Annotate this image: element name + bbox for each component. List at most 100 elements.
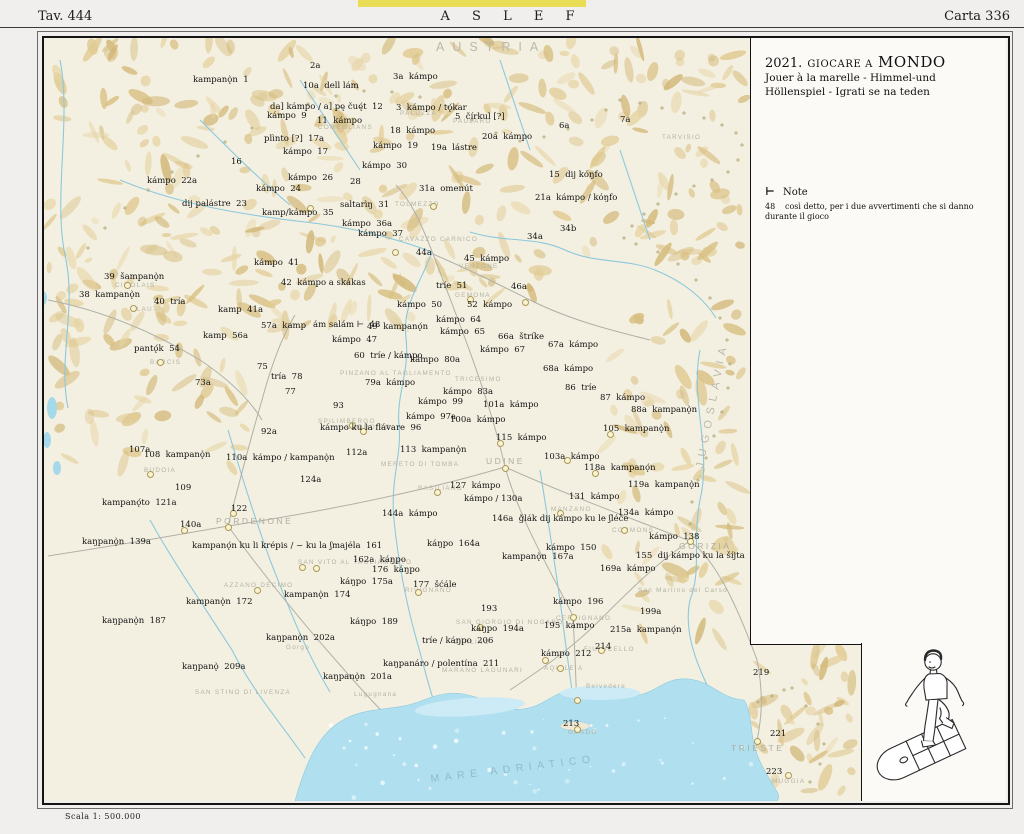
locality-dot — [621, 527, 628, 534]
map-label: 28 — [350, 177, 361, 187]
map-label: 2a — [310, 61, 321, 71]
map-label: kámpo 41 — [254, 258, 300, 268]
map-label: kampanǫ̀n 174 — [284, 590, 351, 600]
map-label: 44a — [416, 248, 432, 258]
map-label: kaŋpanǫ̀n 187 — [102, 616, 166, 626]
header-rule — [0, 27, 1024, 28]
map-label: kámpo 80a — [410, 355, 461, 365]
locality-dot — [502, 465, 509, 472]
place-name: Belvedere — [586, 683, 627, 690]
locality-dot — [254, 587, 261, 594]
map-label: 75 — [257, 362, 268, 372]
legend-map-number: 2021. — [765, 56, 803, 71]
map-label: 57a kamp — [261, 321, 307, 331]
map-label: 52 kámpo — [467, 300, 513, 310]
map-label: 31a omenút — [419, 184, 473, 194]
place-name: SAN STINO DI LIVENZA — [195, 689, 291, 696]
locality-dot — [415, 589, 422, 596]
note-entry: 48 così detto, per i due avvertimenti che… — [765, 202, 993, 223]
map-label: kaŋpanáro / polentína 211 — [383, 659, 500, 669]
legend-subtitle: Jouer à la marelle - Himmel-und Höllensp… — [765, 72, 936, 98]
place-name: CORMONS — [612, 527, 654, 534]
map-label: tría 78 — [271, 372, 303, 382]
legend-title: 2021. GIOCARE A MONDO — [765, 52, 946, 71]
locality-dot — [754, 738, 761, 745]
locality-dot — [313, 565, 320, 572]
map-label: 42 kámpo a skákas — [281, 278, 366, 288]
place-name: Gorgo — [286, 644, 311, 651]
locality-dot — [557, 665, 564, 672]
map-label: 221 — [770, 729, 787, 739]
carta-number: Carta 336 — [944, 9, 1010, 24]
map-label: 20a kámpo — [482, 132, 533, 142]
map-label: 73a — [195, 378, 211, 388]
map-label: 199a — [640, 607, 662, 617]
map-label: kampanǫ̀n 172 — [186, 597, 253, 607]
locality-dot — [570, 614, 577, 621]
map-label: 7a — [620, 115, 631, 125]
map-label: 103a kámpo — [544, 452, 600, 462]
map-label: kaŋpanǫ̀n 201a — [323, 672, 392, 682]
map-label: kámpo 24 — [256, 184, 302, 194]
map-label: 87 kámpo — [600, 393, 646, 403]
map-label: káŋpo 164a — [427, 539, 480, 549]
map-label: 115 kámpo — [496, 433, 547, 443]
map-label: 49 kampanǫ́n — [367, 322, 429, 332]
map-label: 140a — [180, 520, 202, 530]
map-label: 146a ǧlák dij kámpo ku le ʃléče — [492, 514, 629, 524]
place-name: TARVISIO — [662, 134, 702, 141]
map-label: dij palástre 23 — [182, 199, 247, 209]
scan-edge-strip — [358, 0, 586, 7]
map-label: 219 — [753, 668, 770, 678]
map-label: káŋpo 189 — [350, 617, 398, 627]
scale-note: Scala 1: 500.000 — [65, 812, 142, 821]
locality-dot — [430, 203, 437, 210]
map-label: kámpo / 130a — [464, 494, 523, 504]
legend-title-small: GIOCARE A — [807, 59, 873, 70]
map-label: kámpo 67 — [480, 345, 526, 355]
map-label: 46a — [511, 282, 527, 292]
map-label: 3a kámpo — [393, 72, 438, 82]
map-label: 38 kampanǫ̀n — [79, 290, 141, 300]
map-label: 101a kámpo — [483, 400, 539, 410]
map-label: kámpo ku la flávare 96 — [320, 423, 422, 433]
locality-dot — [124, 282, 131, 289]
map-label: kámpo 37 — [358, 229, 404, 239]
map-label: kámpo 212 — [541, 649, 592, 659]
hopscotch-court — [876, 718, 967, 781]
note-label: Note — [783, 187, 808, 198]
map-label: kampanǫ́n ku li krépis / ~ ku la ʃmajéla… — [192, 541, 383, 551]
map-label: kámpo 19 — [373, 141, 419, 151]
note-entry-number: 48 — [765, 202, 776, 211]
map-label: 93 — [333, 401, 344, 411]
map-label: 86 tríe — [565, 383, 597, 393]
map-label: kámpo 36a — [342, 219, 393, 229]
map-label: 45 kámpo — [464, 254, 510, 264]
map-label: 79a kámpo — [365, 378, 416, 388]
map-label: 162a káŋpo — [353, 555, 406, 565]
map-label: 131 kámpo — [569, 492, 620, 502]
legend-panel: 2021. GIOCARE A MONDO Jouer à la marelle… — [750, 38, 1006, 645]
map-label: káŋpo 175a — [340, 577, 393, 587]
map-label: kámpo 138 — [649, 532, 700, 542]
atlas-page: Tav. 444 A S L E F Carta 336 AUSTRIA JUG… — [0, 0, 1024, 834]
note-header: ⊢ Note — [765, 185, 808, 198]
place-name: CIMOLAIS — [115, 282, 156, 289]
map-label: 100a kámpo — [450, 415, 506, 425]
place-name: Lugugnana — [354, 691, 398, 698]
locality-dot — [785, 772, 792, 779]
map-label: 110a kámpo / kampanǫ̀n — [226, 453, 335, 463]
place-name: PINZANO AL TAGLIAMENTO — [340, 370, 452, 377]
locality-dot — [392, 249, 399, 256]
locality-dot — [574, 697, 581, 704]
map-label: 176 káŋpo — [372, 565, 420, 575]
locality-dot — [522, 299, 529, 306]
map-label: saltarìŋ 31 — [340, 200, 390, 210]
map-label: kampanǫ̀n 1 — [193, 75, 249, 85]
place-name: TRICESIMO — [455, 376, 502, 383]
map-label: 88a kampanǫ̀n — [631, 405, 698, 415]
map-label: 169a kámpo — [600, 564, 656, 574]
map-label: 34b — [560, 224, 577, 234]
map-label: kaŋpanǫ̀n 139a — [82, 537, 151, 547]
map-label: 105 kampanǫ̀n — [603, 424, 670, 434]
